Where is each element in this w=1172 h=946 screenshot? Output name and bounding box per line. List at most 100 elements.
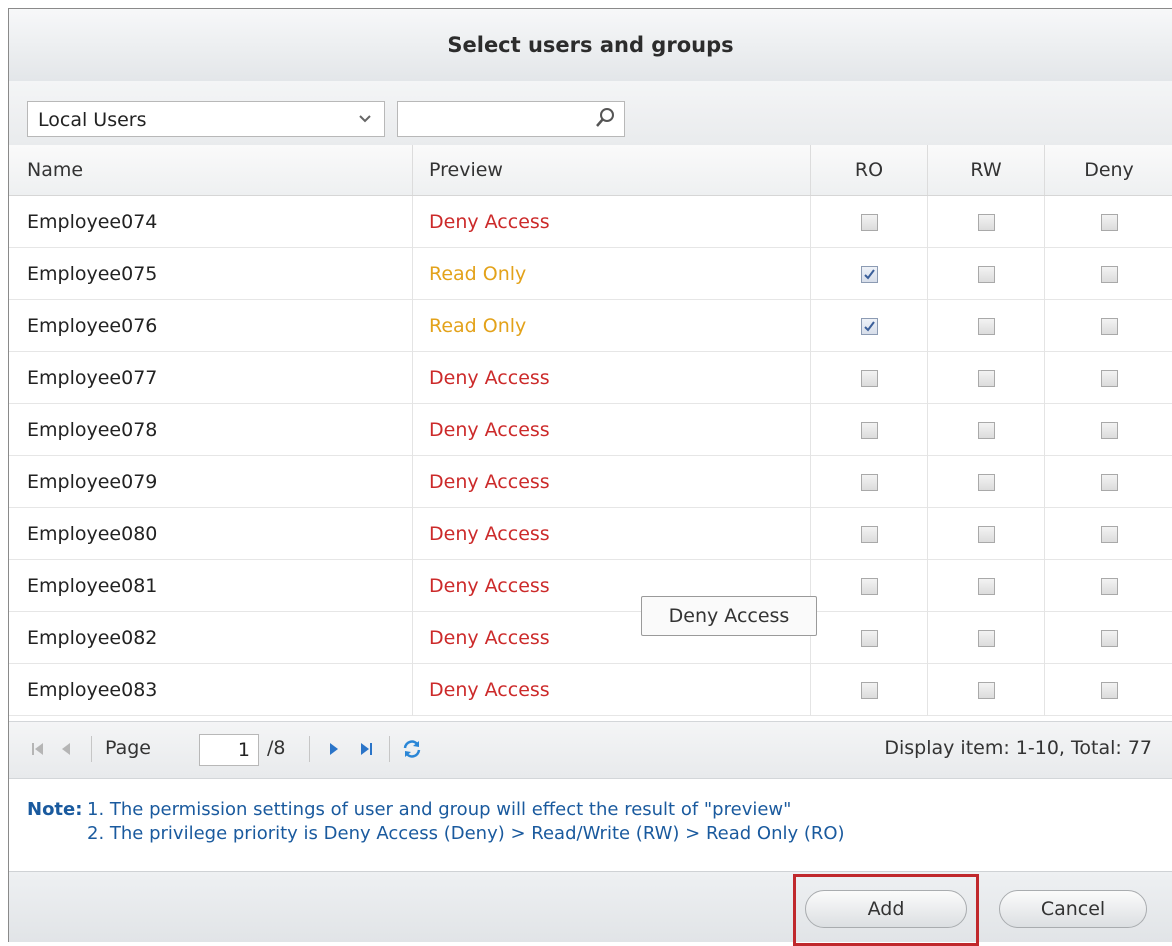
table-row[interactable]: Employee083 Deny Access [9, 664, 1172, 716]
column-header-preview[interactable]: Preview [413, 145, 811, 195]
search-icon[interactable] [594, 106, 618, 130]
ro-checkbox[interactable] [860, 629, 878, 647]
user-grid: Employee074 Deny Access Employee075 Read On… [9, 196, 1172, 716]
prev-page-icon[interactable] [55, 738, 77, 760]
deny-checkbox-cell [1045, 300, 1172, 352]
table-row[interactable]: Employee078 Deny Access [9, 404, 1172, 456]
ro-checkbox[interactable] [860, 525, 878, 543]
rw-checkbox[interactable] [977, 421, 995, 439]
deny-checkbox-cell [1045, 508, 1172, 560]
select-users-dialog: Select users and groups Local Users Name… [8, 8, 1172, 946]
rw-checkbox[interactable] [977, 317, 995, 335]
user-name: Employee079 [9, 456, 413, 508]
deny-checkbox-cell [1045, 612, 1172, 664]
ro-checkbox[interactable] [860, 213, 878, 231]
rw-checkbox-cell [928, 612, 1045, 664]
permission-preview: Deny Access [413, 456, 811, 508]
add-button-highlight [793, 874, 979, 946]
rw-checkbox[interactable] [977, 473, 995, 491]
user-type-select-value: Local Users [38, 109, 147, 131]
rw-checkbox-cell [928, 404, 1045, 456]
deny-checkbox[interactable] [1100, 681, 1118, 699]
ro-checkbox[interactable] [860, 265, 878, 283]
ro-checkbox[interactable] [860, 369, 878, 387]
user-name: Employee074 [9, 196, 413, 248]
column-header-ro[interactable]: RO [811, 145, 928, 195]
column-header-deny[interactable]: Deny [1045, 145, 1172, 195]
column-header-rw[interactable]: RW [928, 145, 1045, 195]
permission-preview: Read Only [413, 248, 811, 300]
deny-checkbox[interactable] [1100, 421, 1118, 439]
deny-checkbox[interactable] [1100, 577, 1118, 595]
ro-checkbox-cell [811, 508, 928, 560]
dialog-title: Select users and groups [447, 33, 734, 57]
rw-checkbox[interactable] [977, 629, 995, 647]
filter-toolbar: Local Users [9, 81, 1172, 146]
ro-checkbox[interactable] [860, 473, 878, 491]
table-row[interactable]: Employee080 Deny Access [9, 508, 1172, 560]
pager-divider [91, 736, 92, 762]
rw-checkbox-cell [928, 248, 1045, 300]
ro-checkbox-cell [811, 404, 928, 456]
table-row[interactable]: Employee074 Deny Access [9, 196, 1172, 248]
total-pages: /8 [267, 737, 286, 759]
refresh-icon[interactable] [401, 738, 423, 760]
note-line-1: 1. The permission settings of user and g… [87, 799, 792, 820]
user-name: Employee083 [9, 664, 413, 716]
user-type-select[interactable]: Local Users [27, 101, 385, 137]
ro-checkbox[interactable] [860, 577, 878, 595]
table-row[interactable]: Employee075 Read Only [9, 248, 1172, 300]
search-input[interactable] [397, 101, 625, 137]
table-row[interactable]: Employee076 Read Only [9, 300, 1172, 352]
deny-checkbox[interactable] [1100, 369, 1118, 387]
note-line-2: 2. The privilege priority is Deny Access… [87, 823, 845, 844]
rw-checkbox[interactable] [977, 265, 995, 283]
deny-checkbox[interactable] [1100, 213, 1118, 231]
note-label: Note: [27, 799, 83, 820]
ro-checkbox[interactable] [860, 681, 878, 699]
deny-checkbox[interactable] [1100, 317, 1118, 335]
rw-checkbox[interactable] [977, 681, 995, 699]
deny-checkbox[interactable] [1100, 629, 1118, 647]
page-number-input[interactable]: 1 [199, 734, 259, 766]
ro-checkbox[interactable] [860, 421, 878, 439]
table-row[interactable]: Employee081 Deny Access [9, 560, 1172, 612]
permission-preview: Deny Access [413, 196, 811, 248]
rw-checkbox-cell [928, 352, 1045, 404]
rw-checkbox[interactable] [977, 369, 995, 387]
table-row[interactable]: Employee082 Deny Access [9, 612, 1172, 664]
dialog-title-bar: Select users and groups [9, 9, 1172, 82]
pagination-bar: Page 1 /8 Display item: 1-10, Total: 77 [9, 721, 1172, 779]
pager-divider [389, 736, 390, 762]
ro-checkbox-cell [811, 352, 928, 404]
pager-divider [309, 736, 310, 762]
column-header-name[interactable]: Name [9, 145, 413, 195]
deny-checkbox-cell [1045, 664, 1172, 716]
checkmark-icon [863, 268, 876, 281]
ro-checkbox[interactable] [860, 317, 878, 335]
rw-checkbox-cell [928, 664, 1045, 716]
rw-checkbox[interactable] [977, 577, 995, 595]
user-name: Employee075 [9, 248, 413, 300]
permission-preview: Read Only [413, 300, 811, 352]
deny-checkbox[interactable] [1100, 265, 1118, 283]
deny-checkbox[interactable] [1100, 473, 1118, 491]
rw-checkbox[interactable] [977, 525, 995, 543]
checkmark-icon [863, 320, 876, 333]
last-page-icon[interactable] [355, 738, 377, 760]
deny-checkbox-cell [1045, 560, 1172, 612]
permission-preview: Deny Access [413, 664, 811, 716]
user-name: Employee081 [9, 560, 413, 612]
chevron-down-icon[interactable] [352, 108, 378, 130]
deny-checkbox-cell [1045, 456, 1172, 508]
tooltip: Deny Access [641, 596, 817, 636]
table-row[interactable]: Employee077 Deny Access [9, 352, 1172, 404]
first-page-icon[interactable] [27, 738, 49, 760]
cancel-button[interactable]: Cancel [999, 890, 1147, 928]
ro-checkbox-cell [811, 560, 928, 612]
deny-checkbox-cell [1045, 352, 1172, 404]
next-page-icon[interactable] [323, 738, 345, 760]
rw-checkbox[interactable] [977, 213, 995, 231]
table-row[interactable]: Employee079 Deny Access [9, 456, 1172, 508]
deny-checkbox[interactable] [1100, 525, 1118, 543]
